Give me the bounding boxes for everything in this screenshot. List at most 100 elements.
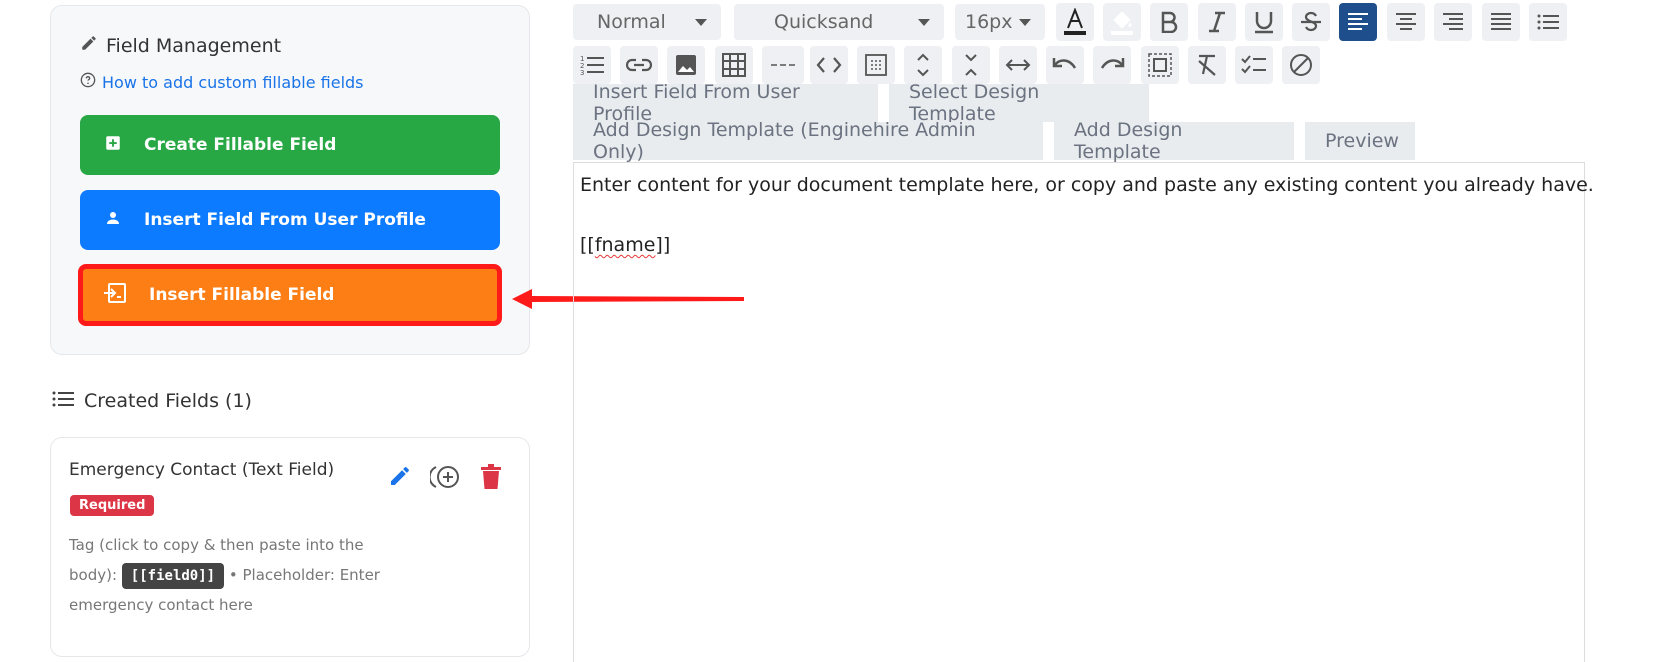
expand-vertical-button[interactable]	[904, 46, 942, 84]
link-icon	[626, 57, 652, 73]
table-icon	[722, 53, 746, 77]
field-tag-info: Tag (click to copy & then paste into the…	[69, 530, 399, 620]
expand-horizontal-icon	[1005, 58, 1031, 72]
expand-vertical-icon	[915, 52, 931, 78]
size-select[interactable]: 16px	[955, 4, 1045, 40]
numbered-list-icon: 123	[580, 54, 604, 76]
align-left-icon	[1347, 12, 1369, 32]
image-button[interactable]	[667, 46, 705, 84]
bullet-list-icon	[1537, 13, 1559, 31]
insert-fillable-field-button[interactable]: Insert Fillable Field	[78, 264, 502, 326]
clear-format-button[interactable]	[1188, 46, 1226, 84]
align-center-icon	[1395, 12, 1417, 32]
collapse-vertical-button[interactable]	[952, 46, 990, 84]
help-circle-icon	[80, 72, 96, 92]
insert-field-from-profile-button[interactable]: Insert Field From User Profile	[80, 190, 500, 250]
align-right-icon	[1442, 12, 1464, 32]
login-icon	[103, 282, 127, 308]
chevron-down-icon	[695, 18, 707, 26]
tab-preview-label: Preview	[1325, 130, 1399, 152]
create-fillable-field-label: Create Fillable Field	[144, 135, 337, 155]
horizontal-rule-button[interactable]	[762, 46, 804, 84]
created-fields-title: Created Fields (1)	[52, 390, 252, 412]
tab-add-design-template[interactable]: Add Design Template	[1054, 119, 1294, 163]
trash-icon[interactable]	[480, 464, 502, 494]
editor-tag-open: [[	[580, 234, 595, 256]
editor-tag-word: fname	[594, 234, 656, 256]
redo-button[interactable]	[1093, 46, 1131, 84]
numbered-list-button[interactable]: 123	[573, 46, 611, 84]
insert-fillable-field-label: Insert Fillable Field	[149, 285, 335, 305]
format-select-value: Normal	[597, 11, 666, 33]
chevron-down-icon	[1019, 18, 1031, 26]
select-all-button[interactable]	[1141, 46, 1179, 84]
underline-icon	[1253, 10, 1275, 34]
checklist-button[interactable]	[1235, 46, 1273, 84]
clear-format-icon	[1195, 53, 1219, 77]
align-justify-button[interactable]	[1482, 3, 1520, 41]
strikethrough-icon	[1300, 11, 1322, 33]
collapse-vertical-icon	[963, 52, 979, 78]
highlight-button[interactable]	[1103, 3, 1141, 41]
expand-horizontal-button[interactable]	[999, 46, 1037, 84]
tab-preview[interactable]: Preview	[1305, 122, 1415, 160]
checklist-icon	[1241, 54, 1267, 76]
tag-chip[interactable]: [[field0]]	[121, 563, 225, 589]
editor-line-1: Enter content for your document template…	[580, 174, 1594, 196]
select-all-icon	[1148, 53, 1172, 77]
table-button[interactable]	[715, 46, 753, 84]
size-select-value: 16px	[965, 11, 1013, 33]
tab-insert-field-from-profile[interactable]: Insert Field From User Profile	[573, 81, 878, 125]
align-justify-icon	[1490, 12, 1512, 32]
bullet-list-button[interactable]	[1529, 3, 1567, 41]
tab-add-design-template-admin[interactable]: Add Design Template (Enginehire Admin On…	[573, 119, 1043, 163]
chevron-down-icon	[918, 18, 930, 26]
person-icon	[104, 209, 122, 232]
underline-button[interactable]	[1245, 3, 1283, 41]
text-color-icon	[1062, 8, 1088, 36]
bold-icon	[1159, 11, 1179, 33]
plus-square-icon	[104, 134, 122, 157]
tab-add-template-admin-label: Add Design Template (Enginehire Admin On…	[593, 119, 976, 163]
undo-icon	[1052, 56, 1078, 74]
panel-title-label: Field Management	[106, 34, 282, 57]
pencil-icon	[80, 34, 98, 57]
align-right-button[interactable]	[1434, 3, 1472, 41]
bold-button[interactable]	[1150, 3, 1188, 41]
strikethrough-button[interactable]	[1292, 3, 1330, 41]
horizontal-rule-icon	[770, 62, 796, 68]
panel-title: Field Management	[80, 34, 281, 57]
code-button[interactable]	[810, 46, 848, 84]
code-icon	[816, 56, 842, 74]
box-icon	[865, 54, 887, 76]
undo-button[interactable]	[1046, 46, 1084, 84]
redo-icon	[1099, 56, 1125, 74]
help-link[interactable]: How to add custom fillable fields	[80, 72, 364, 92]
insert-field-from-profile-label: Insert Field From User Profile	[144, 210, 426, 230]
help-link-label: How to add custom fillable fields	[102, 72, 364, 92]
italic-button[interactable]	[1198, 3, 1236, 41]
list-icon	[52, 390, 74, 412]
create-fillable-field-button[interactable]: Create Fillable Field	[80, 115, 500, 175]
created-fields-label: Created Fields (1)	[84, 390, 252, 412]
editor-area[interactable]	[573, 162, 1585, 662]
svg-text:3: 3	[580, 69, 584, 76]
image-icon	[675, 54, 697, 76]
box-button[interactable]	[857, 46, 895, 84]
link-button[interactable]	[620, 46, 658, 84]
align-center-button[interactable]	[1387, 3, 1425, 41]
text-color-button[interactable]	[1056, 3, 1094, 41]
field-name: Emergency Contact (Text Field)	[69, 460, 335, 480]
insert-circle-icon[interactable]	[428, 464, 462, 494]
align-left-button[interactable]	[1339, 3, 1377, 41]
required-badge: Required	[70, 495, 155, 516]
editor-line-2: [[fname]]	[580, 234, 670, 256]
tab-add-template-label: Add Design Template	[1074, 119, 1183, 163]
tab-select-design-template[interactable]: Select Design Template	[889, 81, 1149, 125]
format-select[interactable]: Normal	[573, 4, 721, 40]
font-select[interactable]: Quicksand	[734, 4, 944, 40]
edit-icon[interactable]	[388, 464, 412, 492]
italic-icon	[1207, 11, 1227, 33]
disable-button[interactable]	[1282, 46, 1320, 84]
font-select-value: Quicksand	[774, 11, 874, 33]
